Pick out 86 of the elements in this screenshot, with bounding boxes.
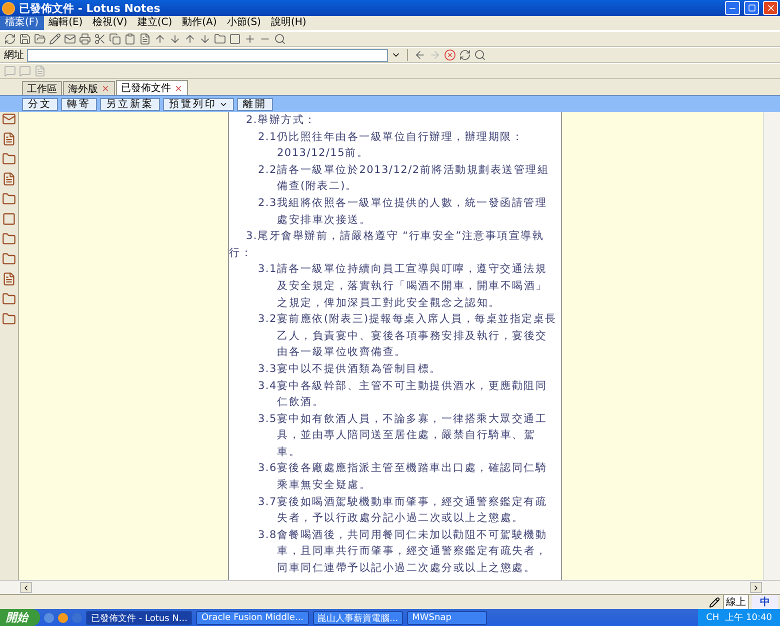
list-item: 3.1請各一級單位持續向員工宣導與叮嚀，遵守交通法規及安全規定，落實執行「喝酒不開車，開車不喝酒」之規定，俾加深員工對此安全觀念之認知。 (257, 262, 548, 311)
refresh-icon[interactable] (459, 49, 471, 61)
tab[interactable]: 已發佈文件 (116, 80, 188, 95)
list-item: 3.2宴前應依(附表三)提報每桌入席人員，每桌並指定桌長乙人，負責宴中、宴後各項事務安排及執行，宴後交由各一級單位收齊備查。 (257, 312, 558, 360)
status-text[interactable]: 線上 (723, 594, 749, 610)
clipboard-icon[interactable] (124, 33, 136, 45)
search-icon[interactable] (274, 33, 286, 45)
list-item: 3.3宴中以不提供酒類為管制目標。 (257, 362, 442, 377)
minimize-button[interactable] (725, 1, 740, 15)
close-icon[interactable] (101, 84, 110, 93)
app-icon (2, 2, 15, 14)
close-icon (766, 3, 776, 13)
address-field[interactable] (27, 48, 388, 62)
pencil-icon[interactable] (709, 596, 720, 608)
bookmark-icon[interactable] (2, 192, 16, 206)
copy-icon[interactable] (109, 33, 121, 45)
action-button[interactable]: 分文 (22, 98, 58, 110)
bookmark-icon[interactable] (2, 252, 16, 266)
bookmark-icon[interactable] (2, 132, 16, 146)
list-item: 2.2請各一級單位於2013/12/2前將活動規劃表送管理組備查(附表二)。 (257, 162, 550, 194)
close-button[interactable] (763, 1, 778, 15)
taskbar-button[interactable]: 已發佈文件 - Lotus N... (86, 610, 192, 624)
list-item: 2.1仍比照往年由各一級單位自行辦理，辦理期限：2013/12/15前。 (257, 130, 525, 162)
search-icon[interactable] (474, 49, 486, 61)
scroll-left-button[interactable] (20, 582, 32, 593)
restore-button[interactable] (744, 1, 759, 15)
pencil-icon[interactable] (49, 33, 61, 45)
arrow-up-icon[interactable] (184, 33, 196, 45)
refresh-icon[interactable] (4, 33, 16, 45)
list-item: 2.3我組將依照各一級單位提供的人數，統一發函請管理處安排車次接送。 (257, 196, 548, 228)
plus-icon[interactable] (244, 33, 256, 45)
tab[interactable]: 海外版 (63, 81, 115, 95)
window-title: 已發佈文件 - Lotus Notes (19, 0, 162, 16)
list-item: 3.4宴中各級幹部、主管不可主動提供酒水，更應勸阻同仁飲酒。 (257, 378, 548, 410)
action-button[interactable]: 另立新案 (100, 98, 160, 110)
restore-icon (748, 4, 756, 12)
vertical-scrollbar[interactable] (763, 112, 780, 580)
close-icon[interactable] (174, 84, 183, 92)
window-icon[interactable] (229, 33, 241, 45)
taskbar-button[interactable]: MWSnap (407, 610, 488, 624)
document-icon[interactable] (139, 33, 151, 45)
address-label: 網址 (4, 48, 24, 62)
folder-icon[interactable] (214, 33, 226, 45)
mail-icon[interactable] (64, 33, 76, 45)
menu-item[interactable]: 說明(H) (266, 16, 312, 30)
save-icon[interactable] (19, 33, 31, 45)
bookmark-icon[interactable] (2, 272, 16, 286)
arrow-up-icon[interactable] (154, 33, 166, 45)
action-button[interactable]: 離開 (237, 98, 273, 110)
bookmark-icon[interactable] (2, 212, 16, 226)
list-item: 3.6宴後各廠處應指派主管至機踏車出口處，確認同仁騎乘車無安全疑慮。 (257, 461, 548, 494)
scissors-icon[interactable] (94, 33, 106, 45)
tab[interactable]: 工作區 (22, 81, 62, 95)
arrow-down-icon[interactable] (199, 33, 211, 45)
action-button[interactable]: 預覽列印 (163, 98, 234, 110)
arrow-right-icon (752, 584, 760, 592)
printer-icon[interactable] (79, 33, 91, 45)
bookmark-icon[interactable] (2, 312, 16, 326)
menu-item[interactable]: 檢視(V) (88, 16, 132, 30)
taskbar-button[interactable]: Oracle Fusion Middle... (196, 610, 309, 624)
start-button[interactable]: 開始 (0, 609, 40, 626)
list-item: 3.7宴後如喝酒駕駛機動車而肇事，經交通警察鑑定有疏失者，予以行政處分記小過二次或以上之懲處。 (257, 494, 548, 526)
bookmark-icon[interactable] (2, 172, 16, 186)
stop-icon[interactable] (444, 49, 456, 61)
taskbar-button[interactable]: 崑山人事薪資電腦... (312, 610, 404, 624)
menu-item[interactable]: 建立(C) (132, 16, 178, 30)
back-icon[interactable] (414, 49, 426, 61)
bookmark-icon[interactable] (2, 152, 16, 166)
arrow-left-icon (22, 584, 30, 592)
section-heading: 3.尾牙會舉辦前，請嚴格遵守 “行車安全”注意事項宣導執行： (229, 229, 546, 261)
arrow-down-icon[interactable] (169, 33, 181, 45)
bookmark-icon[interactable] (2, 112, 16, 126)
scroll-right-button[interactable] (750, 582, 762, 593)
list-item: 3.5宴中如有飲酒人員，不論多寡，一律搭乘大眾交通工具，並由專人陪同送至居住處，嚴禁自行騎車、駕車。 (257, 412, 548, 460)
menu-item[interactable]: 編輯(E) (44, 16, 88, 30)
ime-indicator[interactable]: 中 (752, 595, 778, 609)
list-item: 3.8會餐喝酒後，共同用餐同仁未加以勸阻不可駕駛機動車，且同車共行而肇事，經交通警察鑑定有疏失者，同車同仁連帶予以記小過二次處分或以上之懲處。 (257, 528, 548, 576)
menu-item[interactable]: 檔案(F) (0, 16, 44, 30)
action-button[interactable]: 轉寄 (61, 98, 97, 110)
section-heading: 2.舉辦方式： (245, 113, 318, 128)
clock: 上午 10:40 (725, 612, 772, 624)
menu-item[interactable]: 小節(S) (222, 16, 266, 30)
bookmark-icon[interactable] (2, 232, 16, 246)
bookmark-icon[interactable] (2, 292, 16, 306)
menu-item[interactable]: 動作(A) (177, 16, 222, 30)
folder-icon[interactable] (34, 33, 46, 45)
